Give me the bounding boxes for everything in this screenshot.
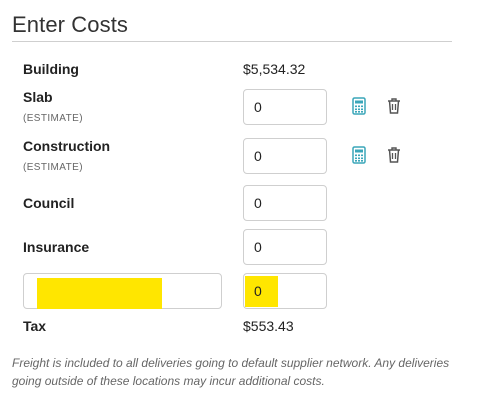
- insurance-cost-value: 0: [254, 239, 262, 255]
- freight-note: Freight is included to all deliveries go…: [12, 356, 450, 388]
- slab-cost-value: 0: [254, 99, 262, 115]
- trash-icon[interactable]: [386, 97, 402, 115]
- tax-value: $553.43: [243, 318, 294, 334]
- construction-cost-value: 0: [254, 148, 262, 164]
- council-cost-input[interactable]: 0: [243, 185, 327, 221]
- construction-estimate-sublabel: (ESTIMATE): [23, 162, 83, 173]
- calculator-icon[interactable]: [351, 146, 367, 164]
- building-label: Building: [23, 61, 79, 77]
- council-label: Council: [23, 195, 75, 211]
- highlight-mark: [37, 278, 162, 309]
- construction-label: Construction: [23, 138, 111, 154]
- council-cost-value: 0: [254, 195, 262, 211]
- slab-estimate-sublabel: (ESTIMATE): [23, 113, 83, 124]
- insurance-label: Insurance: [23, 239, 90, 255]
- slab-cost-input[interactable]: 0: [243, 89, 327, 125]
- slab-label: Slab: [23, 89, 53, 105]
- insurance-cost-input[interactable]: 0: [243, 229, 327, 265]
- calculator-icon[interactable]: [351, 97, 367, 115]
- construction-cost-input[interactable]: 0: [243, 138, 327, 174]
- tax-label: Tax: [23, 318, 47, 334]
- building-value: $5,534.32: [243, 61, 306, 77]
- trash-icon[interactable]: [386, 146, 402, 164]
- page-title: Enter Costs: [12, 12, 129, 37]
- custom-cost-amount-value: 0: [254, 283, 262, 299]
- title-divider: [12, 41, 452, 42]
